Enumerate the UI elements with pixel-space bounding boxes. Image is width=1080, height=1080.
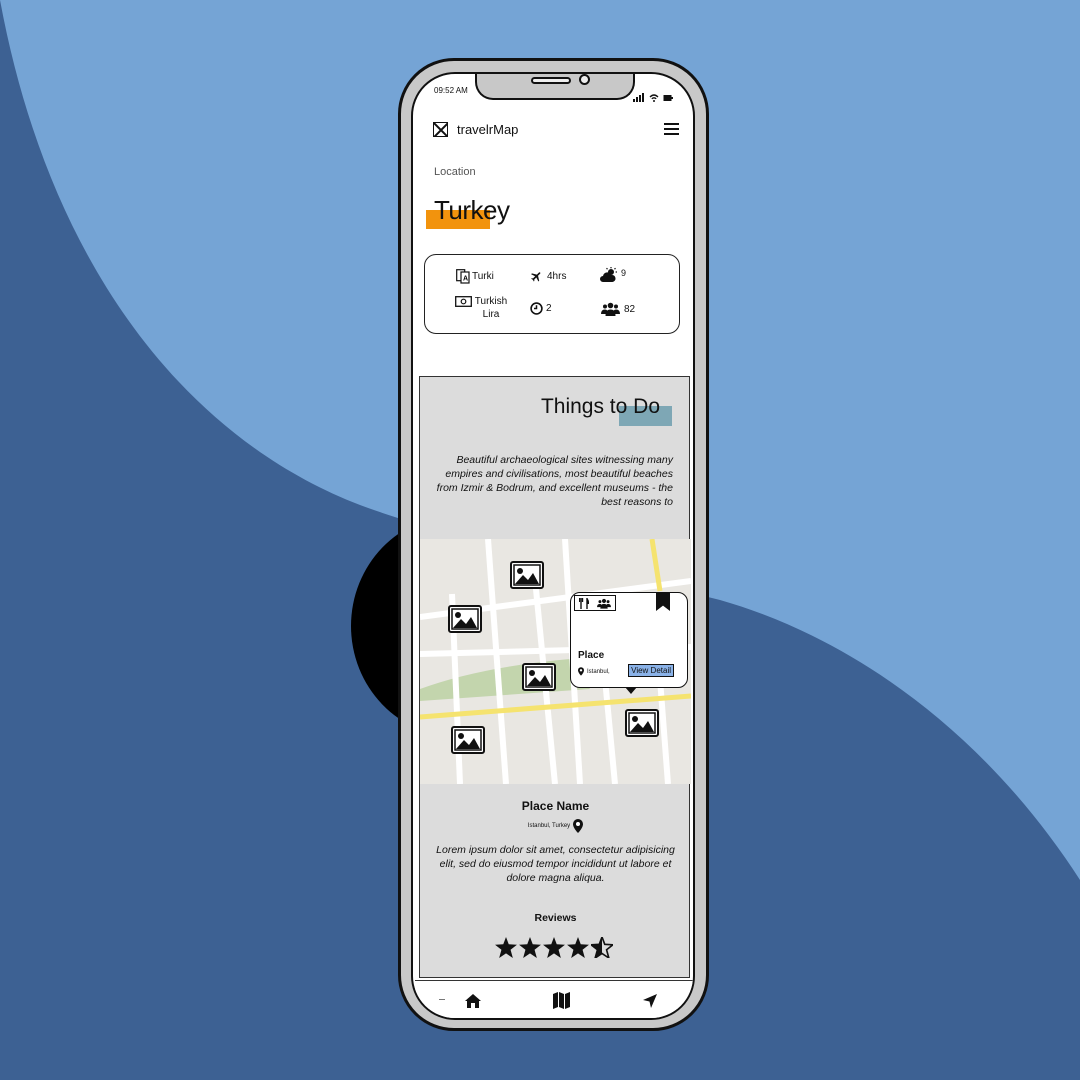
language-info: A Turki: [456, 269, 494, 284]
country-name: Turkey: [434, 195, 510, 225]
star-rating[interactable]: [495, 937, 613, 958]
star-icon: [567, 937, 589, 958]
popup-location-text: Istanbul,: [587, 668, 610, 675]
bookmark-icon[interactable]: [656, 593, 670, 611]
view-detail-button[interactable]: View Detail: [628, 664, 674, 677]
population-value: 82: [624, 303, 636, 315]
camera: [579, 74, 590, 85]
people-icon: [597, 598, 612, 609]
things-to-do-title: Things to Do: [540, 395, 660, 418]
language-icon: A: [456, 269, 470, 284]
flight-time-value: 4hrs: [547, 271, 567, 282]
hamburger-menu-icon[interactable]: [664, 120, 679, 138]
svg-text:A: A: [463, 276, 468, 283]
image-icon[interactable]: [625, 709, 659, 737]
map-icon[interactable]: [553, 992, 571, 1009]
weather-info: 9: [600, 267, 626, 283]
currency-info: Turkish Lira: [455, 295, 511, 321]
star-icon: [495, 937, 517, 958]
place-location: Istanbul, Turkey: [420, 819, 691, 833]
wifi-icon: [649, 94, 659, 102]
speaker: [531, 77, 571, 84]
signal-icon: [633, 84, 645, 102]
things-to-do-section: Things to Do Beautiful archaeological si…: [419, 376, 691, 978]
image-icon[interactable]: [510, 561, 544, 589]
timezone-info: 2: [530, 302, 552, 315]
things-to-do-description: Beautiful archaeological sites witnessin…: [436, 454, 673, 508]
airplane-icon: [531, 272, 541, 282]
app-bar: travelrMap: [433, 119, 679, 139]
weather-value: 9: [621, 268, 627, 278]
currency-value: Turkish Lira: [474, 296, 508, 320]
logo-icon: [433, 121, 448, 137]
status-icons: [633, 84, 673, 102]
image-icon[interactable]: [522, 663, 556, 691]
nav-divider: [439, 999, 445, 1000]
bottom-navigation: [415, 980, 693, 1018]
phone-notch: [475, 74, 635, 100]
timezone-value: 2: [546, 303, 552, 314]
location-pin-icon: [578, 667, 584, 676]
place-description: Lorem ipsum dolor sit amet, consectetur …: [436, 844, 675, 884]
restaurant-icon: [578, 597, 589, 609]
place-location-text: Istanbul, Turkey: [527, 823, 571, 829]
clock-icon: [530, 302, 543, 315]
flight-info: 4hrs: [530, 270, 566, 283]
star-icon: [543, 937, 565, 958]
place-name: Place Name: [521, 799, 590, 813]
language-value: Turki: [472, 271, 494, 282]
weather-icon: [600, 267, 617, 282]
population-info: 82: [601, 302, 635, 316]
map-place-popup[interactable]: Place Istanbul, View Detail: [570, 592, 688, 694]
map-view[interactable]: Place Istanbul, View Detail: [420, 539, 691, 784]
star-icon: [519, 937, 541, 958]
location-label: Location: [434, 166, 476, 178]
country-info-card: A Turki 4hrs 9 Turkish Lira 2 82: [424, 254, 680, 334]
people-icon: [601, 302, 620, 316]
app-name: travelrMap: [457, 121, 519, 137]
currency-icon: [455, 296, 472, 307]
navigate-icon[interactable]: [642, 993, 657, 1008]
location-pin-icon: [573, 819, 584, 833]
reviews-label: Reviews: [534, 912, 577, 924]
popup-location: Istanbul,: [578, 667, 610, 676]
battery-icon: [663, 95, 673, 101]
star-half-icon: [591, 937, 613, 958]
place-info: Place Name Istanbul, Turkey Lorem ipsum …: [420, 799, 691, 885]
popup-tags: [574, 595, 616, 611]
status-time: 09:52 AM: [434, 86, 468, 95]
phone-screen: 09:52 AM travelrMap Location Turkey A Tu…: [411, 72, 695, 1020]
image-icon[interactable]: [448, 605, 482, 633]
home-icon[interactable]: [465, 993, 482, 1008]
image-icon[interactable]: [451, 726, 485, 754]
popup-place-name: Place: [578, 650, 605, 661]
